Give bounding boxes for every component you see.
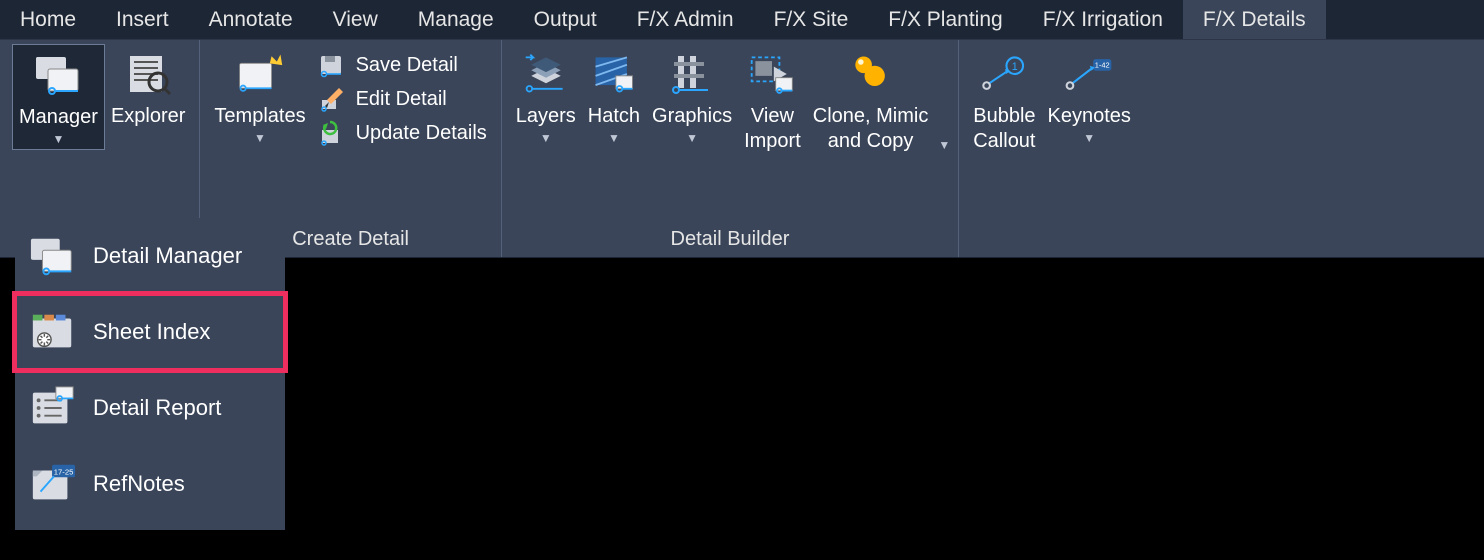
dropdown-arrow-icon: ▼ xyxy=(53,132,65,147)
explorer-icon xyxy=(124,50,172,98)
manager-label: Manager xyxy=(19,105,98,130)
folder-manager-icon xyxy=(34,51,82,99)
dropdown-arrow-icon[interactable]: ▼ xyxy=(938,138,950,152)
layers-label: Layers xyxy=(516,104,576,129)
layers-icon xyxy=(522,50,570,98)
view-import-label-2: Import xyxy=(744,129,801,154)
save-detail-label: Save Detail xyxy=(356,54,458,77)
menu-detail-manager[interactable]: Detail Manager xyxy=(15,218,285,294)
dropdown-arrow-icon: ▼ xyxy=(686,131,698,146)
tab-home[interactable]: Home xyxy=(0,0,96,39)
tab-fx-planting[interactable]: F/X Planting xyxy=(868,0,1022,39)
update-details-button[interactable]: Update Details xyxy=(312,116,493,150)
explorer-label: Explorer xyxy=(111,104,185,129)
bubble-label-1: Bubble xyxy=(973,104,1035,129)
hatch-icon xyxy=(590,50,638,98)
templates-label: Templates xyxy=(214,104,305,129)
tab-insert[interactable]: Insert xyxy=(96,0,189,39)
explorer-button[interactable]: Explorer xyxy=(105,44,191,131)
refnotes-icon: 17-25 xyxy=(29,460,77,508)
tab-manage[interactable]: Manage xyxy=(398,0,514,39)
menu-detail-report-label: Detail Report xyxy=(93,395,221,421)
save-icon xyxy=(318,51,346,79)
tab-fx-irrigation[interactable]: F/X Irrigation xyxy=(1023,0,1183,39)
tab-fx-site[interactable]: F/X Site xyxy=(754,0,869,39)
menu-refnotes-label: RefNotes xyxy=(93,471,185,497)
tab-fx-admin[interactable]: F/X Admin xyxy=(617,0,754,39)
tab-annotate[interactable]: Annotate xyxy=(189,0,313,39)
bubble-callout-button[interactable]: 1 Bubble Callout xyxy=(967,44,1041,156)
tab-fx-details[interactable]: F/X Details xyxy=(1183,0,1326,39)
dropdown-arrow-icon: ▼ xyxy=(254,131,266,146)
menu-detail-report[interactable]: Detail Report xyxy=(15,370,285,446)
dropdown-arrow-icon: ▼ xyxy=(1083,131,1095,146)
clone-mimic-copy-button[interactable]: Clone, Mimic and Copy xyxy=(807,44,935,156)
manager-button[interactable]: Manager ▼ xyxy=(12,44,105,150)
ribbon-tab-row: Home Insert Annotate View Manage Output … xyxy=(0,0,1484,40)
view-import-button[interactable]: View Import xyxy=(738,44,807,156)
update-details-label: Update Details xyxy=(356,122,487,145)
clone-icon xyxy=(847,50,895,98)
svg-text:1: 1 xyxy=(1012,61,1018,73)
layers-button[interactable]: Layers ▼ xyxy=(510,44,582,148)
clone-label-1: Clone, Mimic xyxy=(813,104,929,129)
view-import-icon xyxy=(748,50,796,98)
tab-output[interactable]: Output xyxy=(514,0,617,39)
panel-label-blank2 xyxy=(967,224,1137,257)
detail-report-icon xyxy=(29,384,77,432)
edit-detail-label: Edit Detail xyxy=(356,88,447,111)
graphics-button[interactable]: Graphics ▼ xyxy=(646,44,738,148)
menu-detail-manager-label: Detail Manager xyxy=(93,243,242,269)
manager-dropdown-menu: Detail Manager Sheet Index xyxy=(15,218,285,530)
svg-text:1-42: 1-42 xyxy=(1095,60,1110,69)
bubble-callout-icon: 1 xyxy=(980,50,1028,98)
svg-text:17-25: 17-25 xyxy=(54,467,74,476)
menu-refnotes[interactable]: 17-25 RefNotes xyxy=(15,446,285,522)
graphics-icon xyxy=(668,50,716,98)
hatch-label: Hatch xyxy=(588,104,640,129)
menu-sheet-index[interactable]: Sheet Index xyxy=(15,294,285,370)
keynotes-button[interactable]: 1-42 Keynotes ▼ xyxy=(1042,44,1137,148)
sheet-index-icon xyxy=(29,308,77,356)
templates-icon xyxy=(236,50,284,98)
menu-sheet-index-label: Sheet Index xyxy=(93,319,210,345)
clone-label-2: and Copy xyxy=(828,129,914,154)
hatch-button[interactable]: Hatch ▼ xyxy=(582,44,646,148)
panel-label-detail-builder: Detail Builder xyxy=(510,224,950,257)
dropdown-arrow-icon: ▼ xyxy=(608,131,620,146)
templates-button[interactable]: Templates ▼ xyxy=(208,44,311,148)
edit-icon xyxy=(318,85,346,113)
view-import-label-1: View xyxy=(751,104,794,129)
edit-detail-button[interactable]: Edit Detail xyxy=(312,82,493,116)
tab-view[interactable]: View xyxy=(313,0,398,39)
folder-manager-icon xyxy=(29,232,77,280)
save-detail-button[interactable]: Save Detail xyxy=(312,48,493,82)
graphics-label: Graphics xyxy=(652,104,732,129)
bubble-label-2: Callout xyxy=(973,129,1035,154)
dropdown-arrow-icon: ▼ xyxy=(540,131,552,146)
keynotes-label: Keynotes xyxy=(1048,104,1131,129)
update-icon xyxy=(318,119,346,147)
keynotes-icon: 1-42 xyxy=(1065,50,1113,98)
